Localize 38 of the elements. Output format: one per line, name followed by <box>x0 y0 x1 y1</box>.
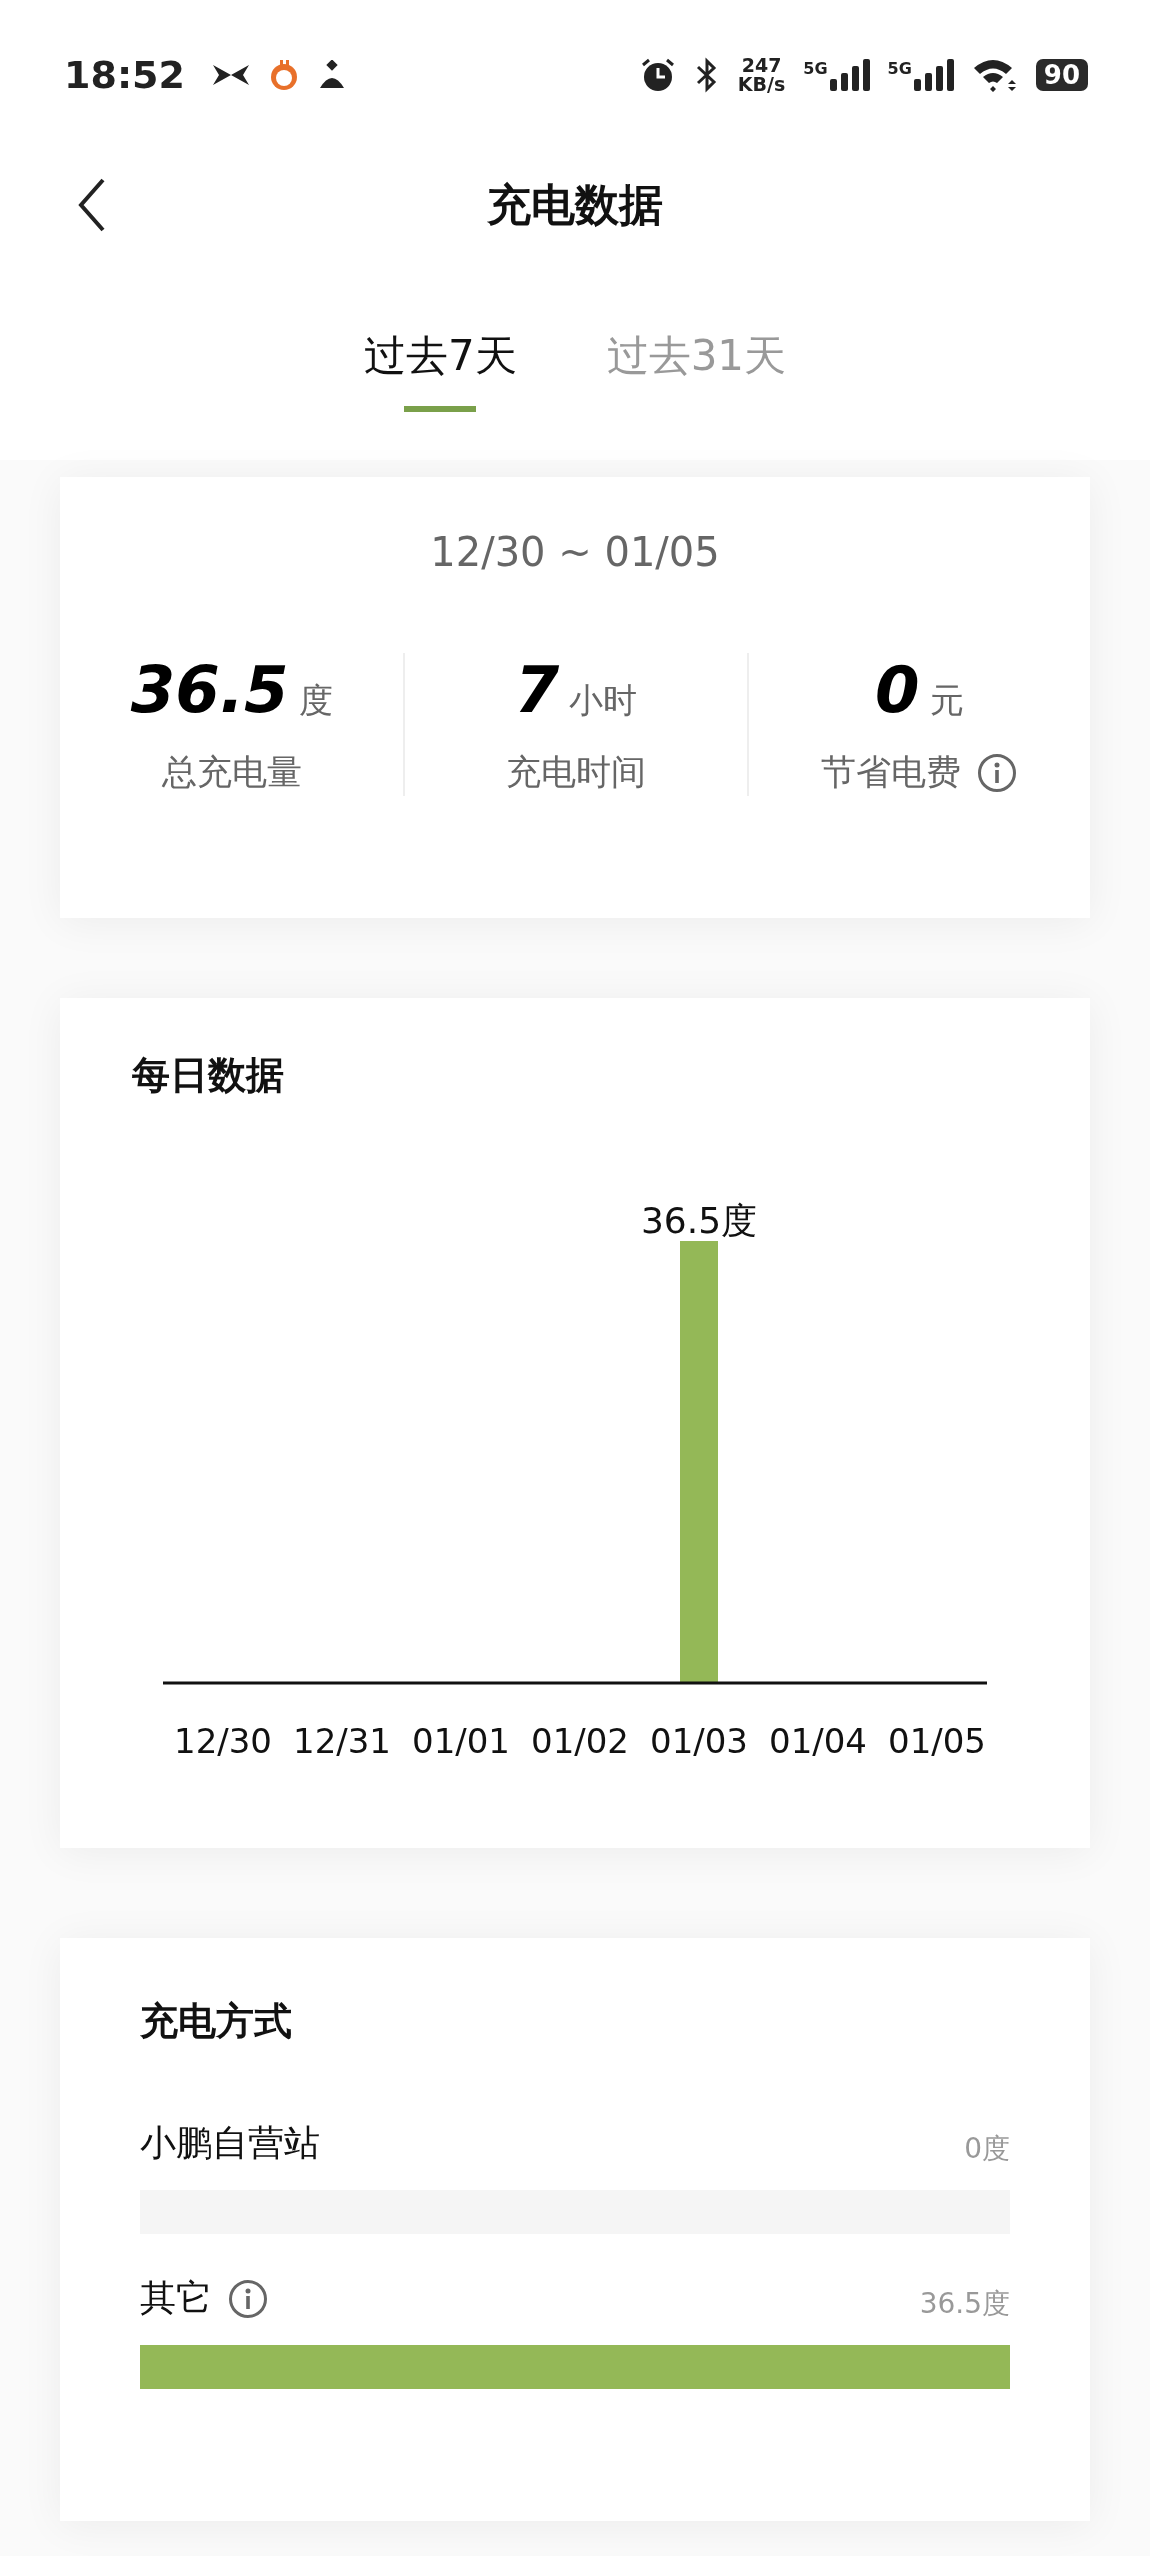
status-time: 18:52 <box>64 53 185 97</box>
axis-label: 12/31 <box>293 1721 391 1761</box>
stat-unit: 小时 <box>569 679 638 722</box>
section-title: 每日数据 <box>131 1052 285 1099</box>
method-label: 其它 <box>140 2276 212 2320</box>
stat-unit: 元 <box>929 679 964 722</box>
method-reading: 36.5度 <box>919 2286 1010 2322</box>
stat-unit: 度 <box>298 679 333 722</box>
axis-label: 12/30 <box>174 1721 272 1761</box>
app-logo-icon <box>210 63 251 87</box>
stat-value: 7 <box>514 653 560 727</box>
bar-value-label: 36.5度 <box>640 1200 758 1241</box>
stat-value: 0 <box>875 653 920 727</box>
axis-label: 01/04 <box>769 1721 867 1761</box>
mascot-icon <box>268 58 299 92</box>
date-range: 12/30 ~ 01/05 <box>429 528 721 575</box>
stat-label: 节省电费 <box>821 751 962 794</box>
network-type: 5G <box>803 59 828 78</box>
page-title: 充电数据 <box>487 177 663 232</box>
signal-icon <box>829 59 870 91</box>
section-title: 充电方式 <box>139 1998 293 2045</box>
network-speed: 247 KB/s <box>737 56 786 94</box>
alarm-icon <box>639 57 676 93</box>
method-label: 小鹏自营站 <box>140 2121 320 2165</box>
axis-label: 01/03 <box>650 1721 748 1761</box>
info-icon[interactable] <box>228 2278 268 2319</box>
stat-label: 总充电量 <box>161 751 302 794</box>
stat-label: 充电时间 <box>506 751 646 794</box>
method-reading: 0度 <box>964 2131 1010 2167</box>
signal-icon <box>913 59 954 91</box>
battery-indicator: 90 <box>1035 59 1088 91</box>
axis-label: 01/05 <box>888 1721 986 1761</box>
axis-label: 01/01 <box>412 1721 510 1761</box>
axis-label: 01/02 <box>531 1721 629 1761</box>
info-icon[interactable] <box>977 752 1018 793</box>
period-tab[interactable]: 过去7天 <box>363 328 517 412</box>
stat-value: 36.5 <box>130 653 289 727</box>
network-type: 5G <box>887 59 912 78</box>
